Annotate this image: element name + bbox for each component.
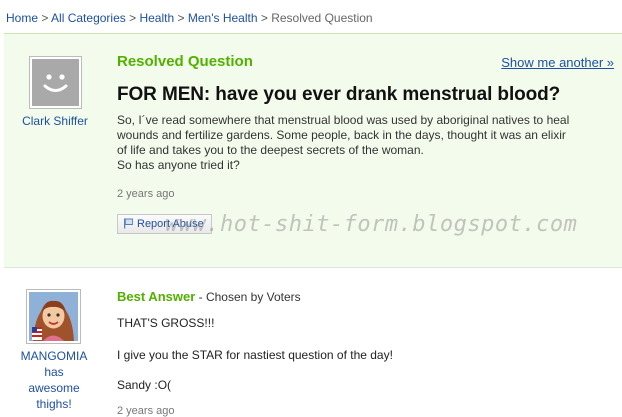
answerer-name-line: thighs! xyxy=(36,397,72,411)
answerer-name-line: MANGOMIA xyxy=(20,349,88,363)
answerer-name-line: has xyxy=(44,365,64,379)
show-another-link[interactable]: Show me another » xyxy=(501,55,614,70)
question-title: FOR MEN: have you ever drank menstrual b… xyxy=(117,84,561,105)
answerer-avatar[interactable] xyxy=(26,289,81,344)
breadcrumb-separator: > xyxy=(129,11,137,25)
question-body-line: So has anyone tried it? xyxy=(117,158,240,172)
question-timestamp: 2 years ago xyxy=(117,188,175,200)
best-answer-header: Best Answer - Chosen by Voters xyxy=(117,289,301,304)
answer-timestamp: 2 years ago xyxy=(117,405,175,417)
question-body: So, I´ve read somewhere that menstrual b… xyxy=(117,113,617,173)
breadcrumb-mens-health[interactable]: Men's Health xyxy=(188,11,258,25)
answer-line: THAT'S GROSS!!! xyxy=(117,316,215,330)
breadcrumb-current: Resolved Question xyxy=(271,11,373,25)
breadcrumb-separator: > xyxy=(41,11,49,25)
answerer-name[interactable]: MANGOMIA has awesome thighs! xyxy=(4,348,104,412)
breadcrumb-separator: > xyxy=(260,11,268,25)
breadcrumb: Home > All Categories > Health > Men's H… xyxy=(6,11,373,25)
breadcrumb-all-categories[interactable]: All Categories xyxy=(51,11,126,25)
best-answer-label: Best Answer xyxy=(117,289,196,304)
answerer-name-line: awesome xyxy=(28,381,80,395)
breadcrumb-separator: > xyxy=(177,11,185,25)
breadcrumb-health[interactable]: Health xyxy=(139,11,174,25)
chosen-by-label: - Chosen by Voters xyxy=(195,290,301,304)
question-body-line: wounds and fertilize gardens. Some peopl… xyxy=(117,128,566,142)
answer-line: Sandy :O( xyxy=(117,378,172,392)
question-body-line: So, I´ve read somewhere that menstrual b… xyxy=(117,113,570,127)
default-avatar-icon xyxy=(32,59,79,106)
question-body-line: of life and takes you to the deepest sec… xyxy=(117,143,424,157)
flag-icon xyxy=(123,218,134,229)
asker-name[interactable]: Clark Shiffer xyxy=(8,114,102,128)
breadcrumb-home[interactable]: Home xyxy=(6,11,38,25)
asker-avatar[interactable] xyxy=(29,56,82,109)
watermark: www.hot-shit-form.blogspot.com xyxy=(165,212,578,237)
answer-line: I give you the STAR for nastiest questio… xyxy=(117,348,393,362)
cartoon-avatar-icon xyxy=(29,292,78,341)
resolved-question-label: Resolved Question xyxy=(117,53,253,70)
